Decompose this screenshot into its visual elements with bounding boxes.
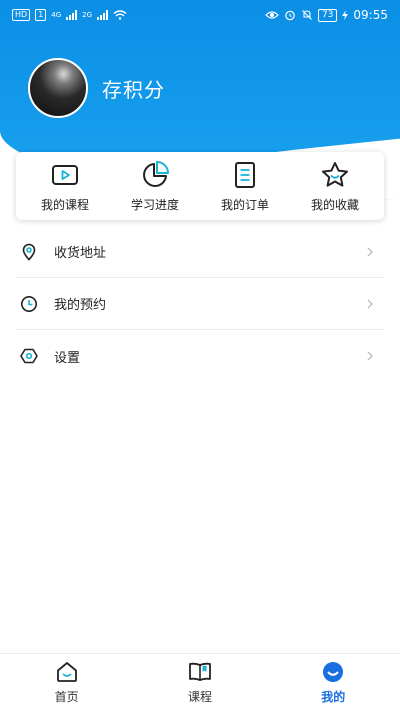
user-name: 存积分 — [102, 77, 165, 102]
video-play-icon — [52, 164, 78, 185]
menu-item-address[interactable]: 收货地址 — [16, 226, 384, 278]
star-icon — [322, 161, 348, 187]
book-icon — [189, 662, 211, 681]
menu-item-settings[interactable]: 设置 — [16, 330, 384, 382]
mute-icon — [302, 10, 312, 20]
chevron-right-icon — [367, 299, 373, 308]
avatar[interactable] — [28, 58, 88, 118]
bottom-tab-bar: 首页 课程 我的 — [0, 653, 400, 711]
sim-badge: 1 — [35, 9, 47, 21]
eye-icon — [265, 11, 279, 19]
status-right: 73 09:55 — [265, 8, 388, 22]
menu-item-label: 设置 — [54, 350, 81, 366]
profile-header[interactable]: 存积分 — [28, 58, 165, 118]
status-bar: HD 1 4G 2G 73 09:55 — [0, 0, 400, 30]
tab-mine[interactable]: 我的 — [283, 660, 383, 705]
quick-actions-card: 我的课程 学习进度 我的订单 我的收藏 — [16, 152, 384, 220]
tab-courses[interactable]: 课程 — [150, 660, 250, 705]
battery-icon: 73 — [317, 8, 338, 22]
quick-action-favorites[interactable]: 我的收藏 — [292, 160, 378, 213]
status-time: 09:55 — [353, 8, 388, 22]
quick-action-label: 学习进度 — [130, 197, 179, 212]
settings-menu: 收货地址 我的预约 设置 — [16, 226, 384, 382]
tab-label: 课程 — [187, 690, 212, 704]
hd-badge: HD — [12, 9, 31, 21]
tab-home[interactable]: 首页 — [17, 660, 117, 705]
chevron-right-icon — [367, 351, 373, 361]
quick-action-my-courses[interactable]: 我的课程 — [22, 160, 108, 213]
quick-action-progress[interactable]: 学习进度 — [112, 160, 198, 213]
order-list-icon — [235, 161, 255, 188]
menu-item-label: 收货地址 — [54, 246, 107, 261]
signal-icon-2 — [97, 10, 109, 20]
menu-item-label: 我的预约 — [54, 298, 107, 313]
pie-chart-icon — [143, 160, 169, 187]
quick-action-label: 我的收藏 — [310, 197, 359, 212]
settings-hexagon-icon — [20, 347, 38, 365]
quick-action-label: 我的订单 — [220, 197, 269, 212]
home-icon — [56, 662, 77, 682]
signal-icon — [66, 10, 78, 20]
alarm-icon — [285, 10, 295, 21]
wifi-icon — [113, 10, 127, 20]
network-label-1: 4G — [51, 11, 62, 19]
quick-action-label: 我的课程 — [40, 197, 89, 212]
charging-icon — [342, 10, 349, 20]
chevron-right-icon — [367, 247, 373, 256]
tab-label: 首页 — [54, 690, 79, 704]
location-pin-icon — [20, 243, 38, 261]
network-label-2: 2G — [82, 11, 93, 19]
quick-action-orders[interactable]: 我的订单 — [202, 160, 288, 213]
profile-icon — [323, 662, 344, 682]
status-left: HD 1 4G 2G — [12, 9, 127, 21]
tab-label: 我的 — [321, 690, 346, 704]
clock-icon — [20, 295, 38, 313]
menu-item-appointments[interactable]: 我的预约 — [16, 278, 384, 330]
